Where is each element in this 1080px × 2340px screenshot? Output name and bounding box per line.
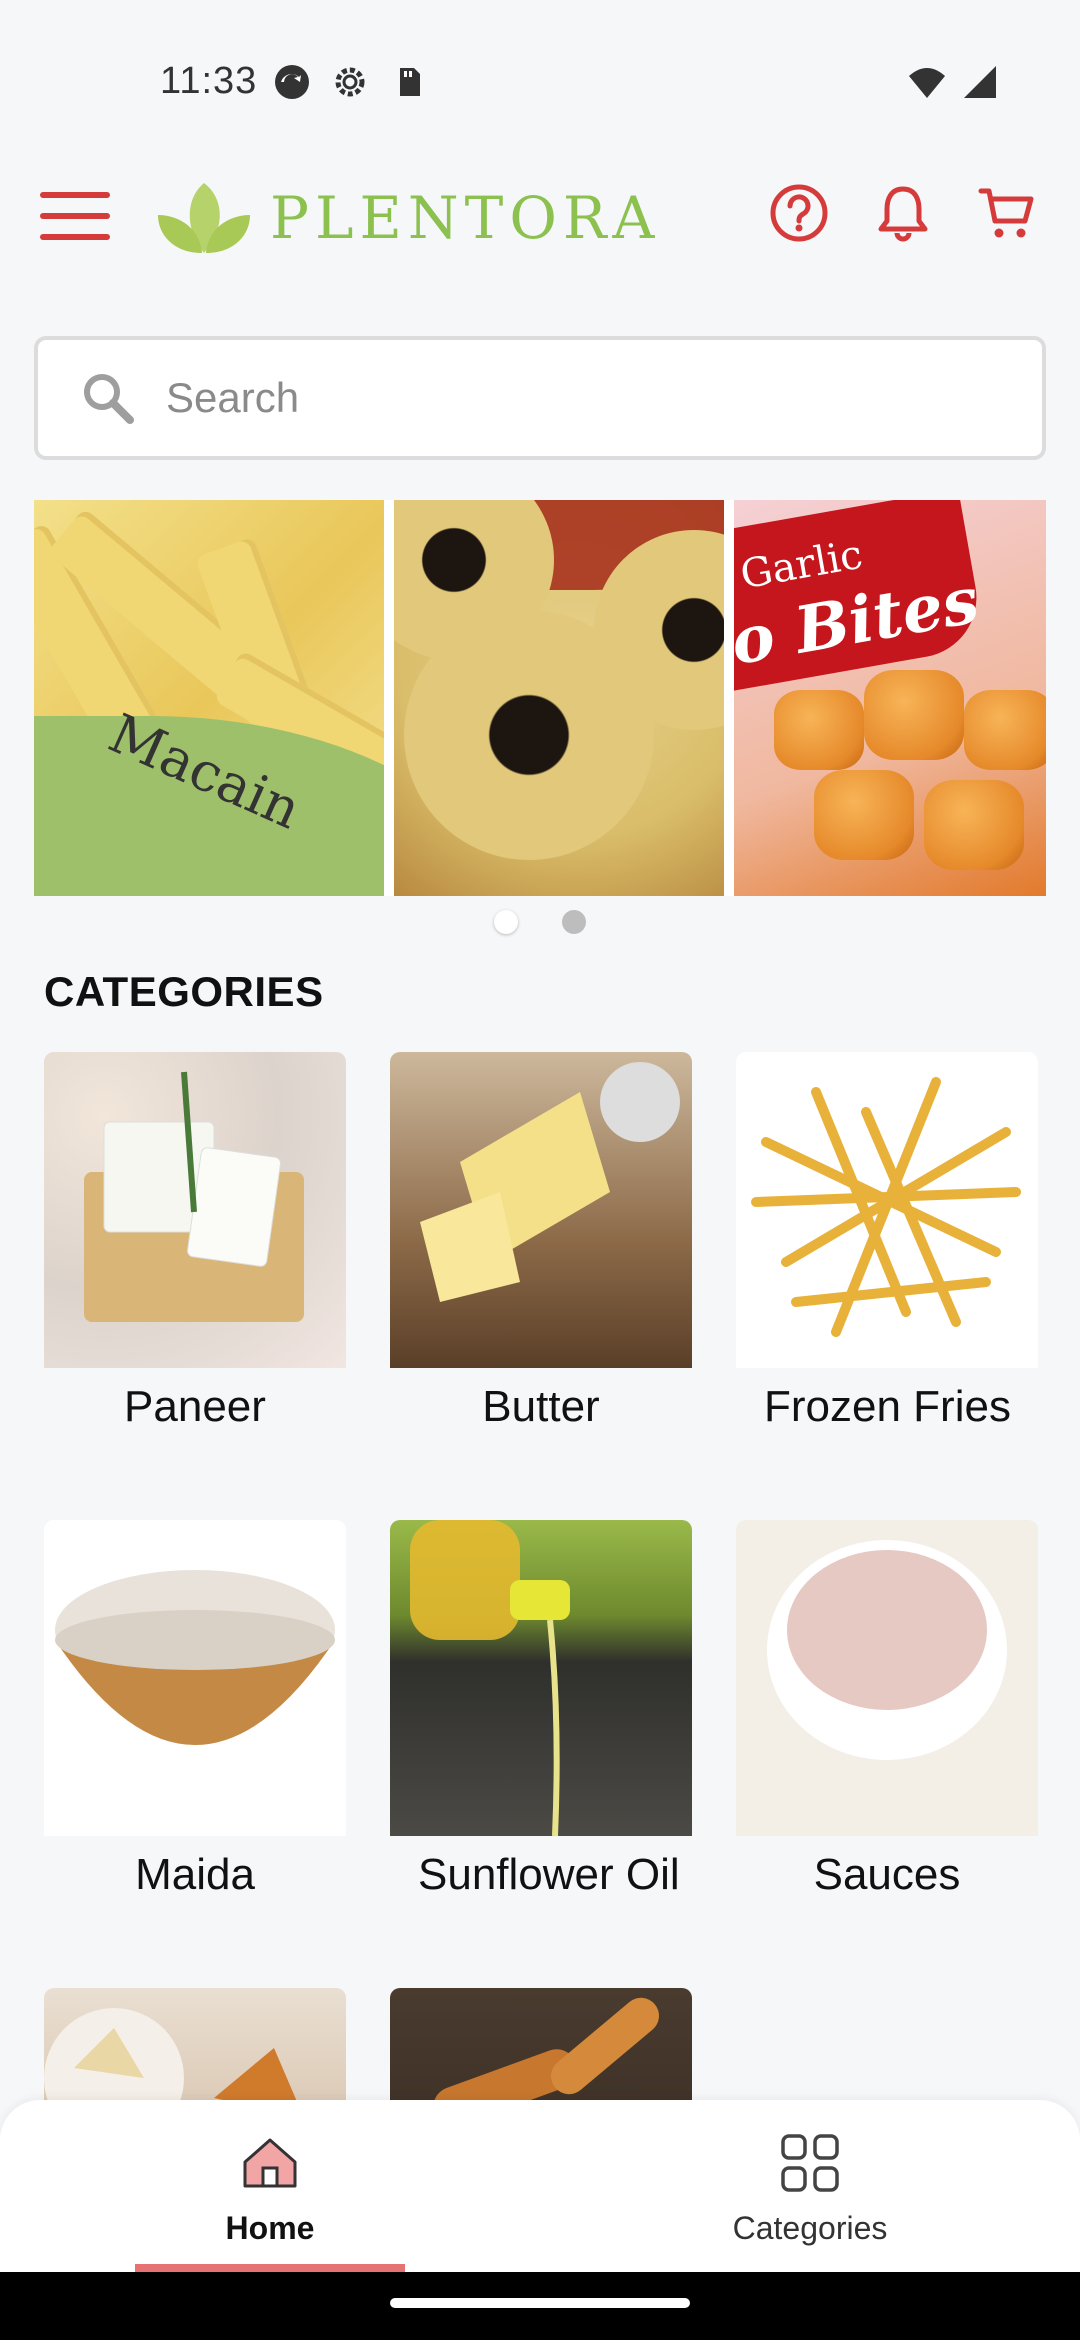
help-icon — [770, 184, 828, 242]
bell-icon — [878, 186, 928, 242]
butter-image — [390, 1052, 692, 1368]
nav-categories[interactable]: Categories — [675, 2130, 945, 2272]
banner-fries-image: Macain — [34, 500, 384, 896]
brand-name: PLENTORA — [270, 184, 661, 252]
nav-active-indicator — [135, 2264, 405, 2272]
sd-card-icon — [400, 68, 420, 96]
grid-icon — [781, 2134, 839, 2192]
home-icon — [237, 2130, 303, 2196]
sauces-image — [736, 1520, 1038, 1836]
settings-icon — [335, 67, 365, 97]
category-sauces[interactable]: Sauces — [736, 1520, 1038, 1908]
status-icons-right — [904, 62, 1000, 102]
carousel-indicator — [0, 910, 1080, 934]
help-button[interactable] — [766, 180, 832, 246]
leaf-logo-icon — [158, 183, 250, 253]
status-icons-left — [272, 62, 428, 102]
category-butter[interactable]: Butter — [390, 1052, 692, 1440]
brand-logo: PLENTORA — [154, 168, 660, 268]
category-label: Butter — [482, 1382, 600, 1431]
maida-image — [44, 1520, 346, 1836]
menu-icon[interactable] — [40, 188, 112, 244]
sync-icon — [275, 65, 309, 99]
nav-home-label: Home — [225, 2210, 315, 2246]
wifi-icon — [909, 68, 945, 98]
cart-icon — [978, 188, 1034, 238]
app-screen: 11:33 PLENTORA Search Macain Garlic o Bi… — [0, 0, 1080, 2340]
header-actions — [766, 180, 1040, 246]
app-header: PLENTORA — [0, 160, 1080, 270]
category-paneer[interactable]: Paneer — [44, 1052, 346, 1440]
category-maida[interactable]: Maida — [44, 1520, 346, 1908]
carousel-dot-1[interactable] — [494, 910, 518, 934]
category-frozen-fries[interactable]: Frozen Fries — [736, 1052, 1038, 1440]
fries-image — [736, 1052, 1038, 1368]
carousel-dot-2[interactable] — [562, 910, 586, 934]
category-label: Maida — [135, 1850, 255, 1899]
signal-icon — [964, 66, 996, 98]
search-input[interactable] — [166, 374, 986, 422]
category-label: Frozen Fries — [764, 1382, 1011, 1431]
search-icon — [84, 374, 134, 424]
status-bar: 11:33 — [0, 0, 1080, 120]
notifications-button[interactable] — [870, 180, 936, 246]
cart-button[interactable] — [974, 180, 1040, 246]
oil-image — [390, 1520, 692, 1836]
category-label: Sauces — [813, 1850, 961, 1899]
banner-bites-image: Garlic o Bites — [734, 500, 1046, 896]
home-gesture-handle[interactable] — [390, 2298, 690, 2308]
category-label: Sunflower Oil — [418, 1850, 680, 1899]
promo-banner-carousel[interactable]: Macain Garlic o Bites — [34, 500, 1046, 896]
nav-home[interactable]: Home — [135, 2130, 405, 2272]
status-time: 11:33 — [160, 60, 258, 102]
bottom-navigation: Home Categories — [0, 2100, 1080, 2272]
category-sunflower-oil[interactable]: Sunflower Oil — [390, 1520, 692, 1908]
categories-heading: CATEGORIES — [44, 968, 324, 1015]
nav-categories-label: Categories — [732, 2210, 888, 2246]
banner-donut-image — [394, 500, 724, 896]
paneer-image — [44, 1052, 346, 1368]
category-label: Paneer — [124, 1382, 266, 1431]
search-bar[interactable] — [34, 336, 1046, 460]
